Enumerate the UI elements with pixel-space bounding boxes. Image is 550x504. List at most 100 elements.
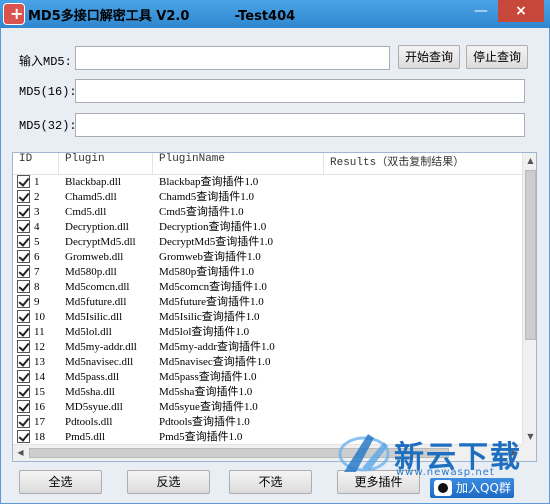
row-plugin-name: Md5future查询插件1.0 [159, 296, 264, 308]
start-query-button[interactable]: 开始查询 [398, 45, 460, 69]
row-id: 3 [34, 206, 40, 218]
table-row[interactable]: 12 Md5my-addr.dll Md5my-addr查询插件1.0 [13, 340, 522, 355]
table-row[interactable]: 3 Cmd5.dll Cmd5查询插件1.0 [13, 205, 522, 220]
table-row[interactable]: 15 Md5sha.dll Md5sha查询插件1.0 [13, 385, 522, 400]
row-plugin-name: Md5sha查询插件1.0 [159, 386, 253, 398]
row-plugin: Md5sha.dll [65, 386, 115, 398]
column-results[interactable]: Results（双击复制结果） [324, 153, 522, 175]
table-row[interactable]: 6 Gromweb.dll Gromweb查询插件1.0 [13, 250, 522, 265]
table-row[interactable]: 14 Md5pass.dll Md5pass查询插件1.0 [13, 370, 522, 385]
row-plugin-name: Pdtools查询插件1.0 [159, 416, 250, 428]
row-plugin-name: Pmd5查询插件1.0 [159, 431, 243, 443]
row-plugin-name: Md5my-addr查询插件1.0 [159, 341, 275, 353]
row-plugin-name: Md5comcn查询插件1.0 [159, 281, 267, 293]
row-id: 16 [34, 401, 45, 413]
row-id: 6 [34, 251, 40, 263]
vertical-scroll-thumb[interactable] [525, 170, 536, 340]
plugin-rows: 1 Blackbap.dll Blackbap查询插件1.0 2 Chamd5.dll C… [13, 175, 522, 445]
column-plugin-name[interactable]: PluginName [153, 153, 324, 175]
row-id: 15 [34, 386, 45, 398]
row-plugin: Md5Isilic.dll [65, 311, 123, 323]
join-qq-group-button[interactable]: 加入QQ群 [430, 478, 514, 498]
row-plugin-name: Blackbap查询插件1.0 [159, 176, 259, 188]
build-label: -Test404 [234, 9, 296, 24]
column-plugin[interactable]: Plugin [59, 153, 153, 175]
row-plugin: Md580p.dll [65, 266, 117, 278]
scroll-left-icon[interactable]: ◀ [13, 445, 28, 461]
plugin-list[interactable]: ID Plugin PluginName Results（双击复制结果） 1 Bl… [12, 152, 537, 462]
join-qq-label: 加入QQ群 [456, 481, 511, 495]
invert-selection-button[interactable]: 反选 [127, 470, 210, 494]
row-checkbox[interactable] [17, 385, 30, 398]
table-row[interactable]: 10 Md5Isilic.dll Md5Isilic查询插件1.0 [13, 310, 522, 325]
column-id[interactable]: ID [13, 153, 59, 175]
md5-32-field[interactable] [75, 113, 525, 137]
table-row[interactable]: 13 Md5navisec.dll Md5navisec查询插件1.0 [13, 355, 522, 370]
md5-16-label: MD5(16): [19, 85, 77, 99]
row-plugin-name: DecryptMd5查询插件1.0 [159, 236, 273, 248]
row-plugin-name: Md5navisec查询插件1.0 [159, 356, 271, 368]
row-id: 8 [34, 281, 40, 293]
input-md5-field[interactable] [75, 46, 390, 70]
row-checkbox[interactable] [17, 355, 30, 368]
table-row[interactable]: 1 Blackbap.dll Blackbap查询插件1.0 [13, 175, 522, 190]
row-checkbox[interactable] [17, 430, 30, 443]
row-checkbox[interactable] [17, 370, 30, 383]
row-checkbox[interactable] [17, 175, 30, 188]
table-row[interactable]: 17 Pdtools.dll Pdtools查询插件1.0 [13, 415, 522, 430]
table-row[interactable]: 16 MD5syue.dll Md5syue查询插件1.0 [13, 400, 522, 415]
row-id: 9 [34, 296, 40, 308]
row-checkbox[interactable] [17, 205, 30, 218]
row-id: 14 [34, 371, 45, 383]
close-button[interactable]: × [498, 0, 544, 22]
input-md5-label: 输入MD5: [19, 55, 72, 69]
row-plugin: Md5future.dll [65, 296, 127, 308]
row-id: 13 [34, 356, 45, 368]
vertical-scrollbar[interactable]: ▲ ▼ [522, 153, 536, 444]
row-plugin-name: Md5syue查询插件1.0 [159, 401, 258, 413]
row-checkbox[interactable] [17, 340, 30, 353]
row-id: 2 [34, 191, 40, 203]
watermark-logo-icon [338, 434, 390, 472]
stop-query-button[interactable]: 停止查询 [466, 45, 528, 69]
scroll-corner [522, 444, 536, 461]
watermark-url: www.newasp.net [396, 467, 495, 478]
row-checkbox[interactable] [17, 280, 30, 293]
row-plugin-name: Md5Isilic查询插件1.0 [159, 311, 260, 323]
row-plugin-name: Decryption查询插件1.0 [159, 221, 267, 233]
row-checkbox[interactable] [17, 220, 30, 233]
row-id: 10 [34, 311, 45, 323]
table-row[interactable]: 2 Chamd5.dll Chamd5查询插件1.0 [13, 190, 522, 205]
table-row[interactable]: 5 DecryptMd5.dll DecryptMd5查询插件1.0 [13, 235, 522, 250]
md5-32-label: MD5(32): [19, 119, 77, 133]
table-row[interactable]: 9 Md5future.dll Md5future查询插件1.0 [13, 295, 522, 310]
scroll-down-icon[interactable]: ▼ [523, 429, 536, 444]
app-title: MD5多接口解密工具 V2.0 [28, 9, 190, 24]
row-checkbox[interactable] [17, 265, 30, 278]
table-row[interactable]: 7 Md580p.dll Md580p查询插件1.0 [13, 265, 522, 280]
row-checkbox[interactable] [17, 310, 30, 323]
select-none-button[interactable]: 不选 [229, 470, 312, 494]
row-checkbox[interactable] [17, 325, 30, 338]
row-checkbox[interactable] [17, 235, 30, 248]
row-id: 7 [34, 266, 40, 278]
scroll-up-icon[interactable]: ▲ [523, 153, 536, 168]
row-id: 18 [34, 431, 45, 443]
select-all-button[interactable]: 全选 [19, 470, 102, 494]
row-checkbox[interactable] [17, 250, 30, 263]
row-checkbox[interactable] [17, 400, 30, 413]
row-plugin-name: Cmd5查询插件1.0 [159, 206, 244, 218]
row-checkbox[interactable] [17, 190, 30, 203]
title-bar: + MD5多接口解密工具 V2.0 -Test404 — × [0, 0, 550, 28]
table-row[interactable]: 11 Md5lol.dll Md5lol查询插件1.0 [13, 325, 522, 340]
row-checkbox[interactable] [17, 295, 30, 308]
md5-16-field[interactable] [75, 79, 525, 103]
minimize-button[interactable]: — [468, 0, 494, 22]
row-plugin: MD5syue.dll [65, 401, 123, 413]
row-plugin-name: Md5lol查询插件1.0 [159, 326, 250, 338]
row-checkbox[interactable] [17, 415, 30, 428]
list-header: ID Plugin PluginName Results（双击复制结果） [13, 153, 522, 175]
table-row[interactable]: 4 Decryption.dll Decryption查询插件1.0 [13, 220, 522, 235]
row-id: 5 [34, 236, 40, 248]
table-row[interactable]: 8 Md5comcn.dll Md5comcn查询插件1.0 [13, 280, 522, 295]
